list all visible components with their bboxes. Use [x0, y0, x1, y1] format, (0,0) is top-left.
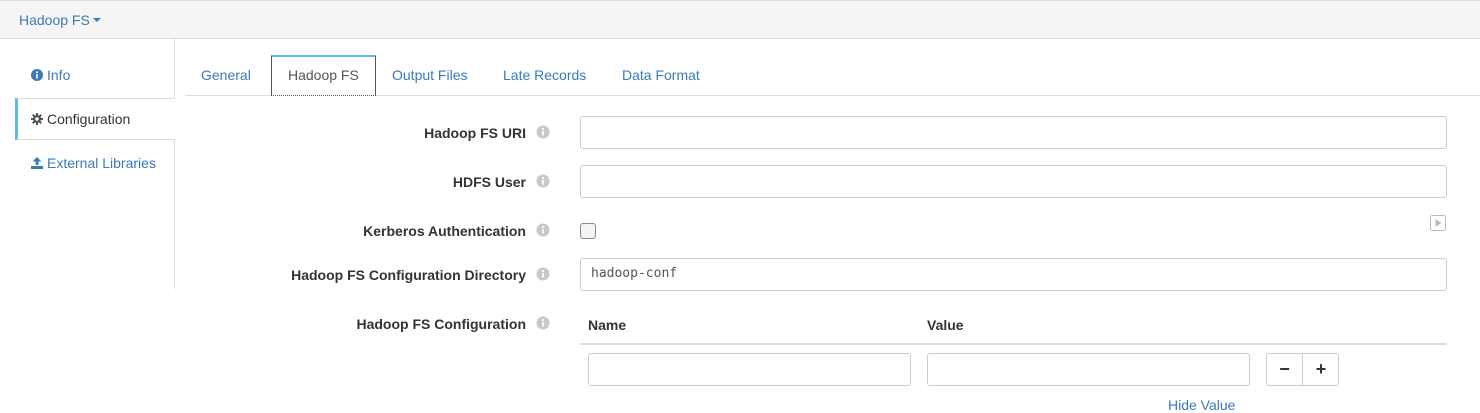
kerberos-authentication-label: Kerberos Authentication [363, 223, 526, 239]
sidebar-item-label: Configuration [47, 111, 131, 127]
sidebar-item-label: Info [47, 67, 71, 83]
tab-label: Output Files [392, 67, 468, 83]
tab-general[interactable]: General [185, 55, 267, 96]
hadoop-fs-uri-input[interactable] [580, 116, 1447, 149]
name-column-header: Name [588, 317, 627, 333]
upload-icon [31, 157, 43, 170]
help-icon[interactable] [536, 316, 550, 330]
config-tabs: General Hadoop FS Output Files Late Reco… [185, 55, 1480, 96]
sidebar-item-configuration[interactable]: Configuration [15, 98, 175, 140]
tab-label: Hadoop FS [288, 67, 359, 83]
tab-label: Data Format [622, 67, 700, 83]
input-value [581, 173, 591, 188]
chevron-down-icon [92, 18, 101, 23]
sidebar-item-info[interactable]: Info [15, 54, 175, 96]
stage-dropdown-label: Hadoop FS [19, 12, 90, 28]
tab-label: General [201, 67, 251, 83]
sidebar-item-external-libraries[interactable]: External Libraries [15, 142, 175, 184]
config-name-input[interactable] [588, 353, 911, 386]
row-button-group: − + [1266, 353, 1339, 386]
stage-header: Hadoop FS [0, 0, 1480, 39]
config-value-input[interactable] [927, 353, 1250, 386]
add-row-button[interactable]: + [1303, 354, 1339, 385]
help-icon[interactable] [536, 223, 550, 237]
remove-row-button[interactable]: − [1267, 354, 1303, 385]
info-icon [31, 69, 43, 82]
help-icon[interactable] [536, 174, 550, 188]
input-value [928, 361, 938, 376]
config-directory-label: Hadoop FS Configuration Directory [291, 267, 526, 283]
help-icon[interactable] [536, 267, 550, 281]
sidebar-item-label: External Libraries [47, 155, 156, 171]
help-icon[interactable] [536, 125, 550, 139]
tab-label: Late Records [503, 67, 587, 83]
input-value: hadoop-conf [591, 266, 678, 281]
tab-late-records[interactable]: Late Records [487, 55, 602, 96]
gear-icon [31, 113, 43, 126]
tab-hadoop-fs[interactable]: Hadoop FS [271, 55, 376, 96]
play-icon[interactable] [1430, 215, 1446, 231]
fs-configuration-label: Hadoop FS Configuration [356, 316, 526, 332]
input-value [581, 124, 591, 139]
input-value [589, 361, 599, 376]
hdfs-user-label: HDFS User [452, 174, 526, 190]
hide-value-link[interactable]: Hide Value [1168, 397, 1235, 413]
hdfs-user-input[interactable] [580, 165, 1447, 198]
tab-data-format[interactable]: Data Format [606, 55, 716, 96]
kerberos-authentication-checkbox[interactable] [580, 223, 596, 239]
tab-output-files[interactable]: Output Files [376, 55, 483, 96]
stage-dropdown[interactable]: Hadoop FS [19, 12, 101, 28]
sidebar: Info Configuration External Libraries [0, 39, 175, 289]
divider [580, 343, 1447, 345]
hadoop-fs-uri-label: Hadoop FS URI [424, 125, 526, 141]
value-column-header: Value [927, 317, 964, 333]
config-directory-input[interactable]: hadoop-conf [580, 258, 1447, 291]
